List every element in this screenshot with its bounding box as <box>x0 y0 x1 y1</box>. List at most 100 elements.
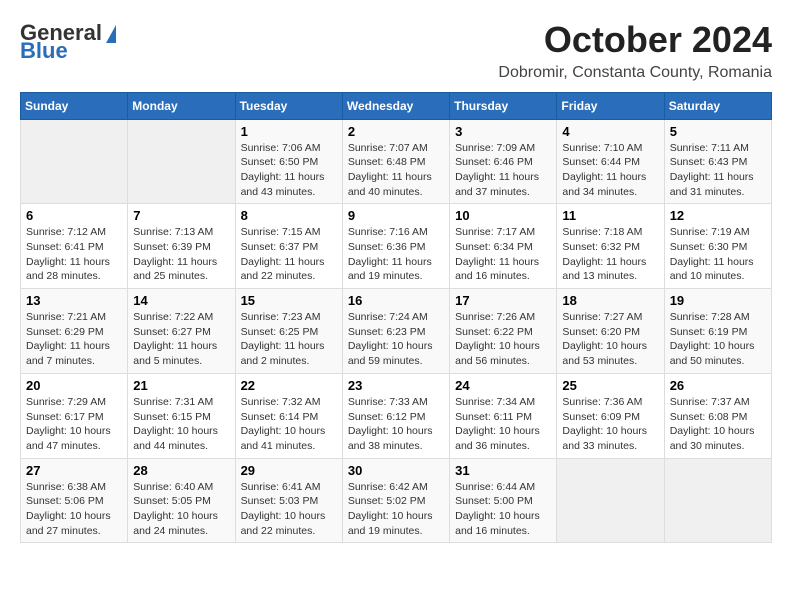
day-info: Sunrise: 7:34 AM Sunset: 6:11 PM Dayligh… <box>455 395 551 454</box>
sunrise-label: Sunrise: 6:42 AM <box>348 481 428 493</box>
daylight-label: Daylight: 11 hours and 22 minutes. <box>241 256 325 283</box>
day-info: Sunrise: 7:09 AM Sunset: 6:46 PM Dayligh… <box>455 141 551 200</box>
daylight-label: Daylight: 10 hours and 56 minutes. <box>455 340 540 367</box>
sunrise-label: Sunrise: 6:44 AM <box>455 481 535 493</box>
calendar-cell: 29 Sunrise: 6:41 AM Sunset: 5:03 PM Dayl… <box>235 458 342 543</box>
day-number: 11 <box>562 208 658 223</box>
sunrise-label: Sunrise: 7:12 AM <box>26 226 106 238</box>
day-number: 4 <box>562 124 658 139</box>
sunrise-label: Sunrise: 7:06 AM <box>241 142 321 154</box>
day-number: 29 <box>241 463 337 478</box>
column-header-friday: Friday <box>557 92 664 119</box>
day-number: 25 <box>562 378 658 393</box>
sunrise-label: Sunrise: 7:07 AM <box>348 142 428 154</box>
page-header: General Blue October 2024 Dobromir, Cons… <box>20 20 772 82</box>
day-number: 26 <box>670 378 766 393</box>
calendar-cell: 7 Sunrise: 7:13 AM Sunset: 6:39 PM Dayli… <box>128 204 235 289</box>
day-info: Sunrise: 7:07 AM Sunset: 6:48 PM Dayligh… <box>348 141 444 200</box>
daylight-label: Daylight: 11 hours and 7 minutes. <box>26 340 110 367</box>
sunset-label: Sunset: 6:41 PM <box>26 241 104 253</box>
sunrise-label: Sunrise: 7:11 AM <box>670 142 749 154</box>
day-info: Sunrise: 7:11 AM Sunset: 6:43 PM Dayligh… <box>670 141 766 200</box>
sunset-label: Sunset: 6:36 PM <box>348 241 426 253</box>
sunrise-label: Sunrise: 7:31 AM <box>133 396 213 408</box>
logo-blue-text: Blue <box>20 38 68 64</box>
sunrise-label: Sunrise: 7:33 AM <box>348 396 428 408</box>
column-header-sunday: Sunday <box>21 92 128 119</box>
sunset-label: Sunset: 6:44 PM <box>562 156 640 168</box>
sunset-label: Sunset: 6:09 PM <box>562 411 640 423</box>
day-info: Sunrise: 7:24 AM Sunset: 6:23 PM Dayligh… <box>348 310 444 369</box>
sunset-label: Sunset: 5:02 PM <box>348 495 426 507</box>
calendar-cell: 10 Sunrise: 7:17 AM Sunset: 6:34 PM Dayl… <box>450 204 557 289</box>
daylight-label: Daylight: 11 hours and 2 minutes. <box>241 340 325 367</box>
calendar-cell: 25 Sunrise: 7:36 AM Sunset: 6:09 PM Dayl… <box>557 373 664 458</box>
daylight-label: Daylight: 11 hours and 25 minutes. <box>133 256 217 283</box>
day-info: Sunrise: 6:42 AM Sunset: 5:02 PM Dayligh… <box>348 480 444 539</box>
logo: General Blue <box>20 20 116 64</box>
daylight-label: Daylight: 10 hours and 36 minutes. <box>455 425 540 452</box>
day-info: Sunrise: 6:38 AM Sunset: 5:06 PM Dayligh… <box>26 480 122 539</box>
day-number: 20 <box>26 378 122 393</box>
daylight-label: Daylight: 10 hours and 19 minutes. <box>348 510 433 537</box>
daylight-label: Daylight: 10 hours and 50 minutes. <box>670 340 755 367</box>
calendar-cell: 26 Sunrise: 7:37 AM Sunset: 6:08 PM Dayl… <box>664 373 771 458</box>
day-info: Sunrise: 7:18 AM Sunset: 6:32 PM Dayligh… <box>562 225 658 284</box>
day-info: Sunrise: 7:28 AM Sunset: 6:19 PM Dayligh… <box>670 310 766 369</box>
day-info: Sunrise: 7:37 AM Sunset: 6:08 PM Dayligh… <box>670 395 766 454</box>
sunrise-label: Sunrise: 6:40 AM <box>133 481 213 493</box>
daylight-label: Daylight: 10 hours and 24 minutes. <box>133 510 218 537</box>
sunset-label: Sunset: 6:22 PM <box>455 326 533 338</box>
day-number: 15 <box>241 293 337 308</box>
sunrise-label: Sunrise: 7:19 AM <box>670 226 750 238</box>
day-number: 21 <box>133 378 229 393</box>
column-header-wednesday: Wednesday <box>342 92 449 119</box>
day-info: Sunrise: 7:22 AM Sunset: 6:27 PM Dayligh… <box>133 310 229 369</box>
day-info: Sunrise: 6:41 AM Sunset: 5:03 PM Dayligh… <box>241 480 337 539</box>
sunset-label: Sunset: 5:06 PM <box>26 495 104 507</box>
sunset-label: Sunset: 6:23 PM <box>348 326 426 338</box>
sunset-label: Sunset: 6:43 PM <box>670 156 748 168</box>
title-block: October 2024 Dobromir, Constanta County,… <box>498 20 772 82</box>
calendar-cell: 18 Sunrise: 7:27 AM Sunset: 6:20 PM Dayl… <box>557 289 664 374</box>
calendar-cell: 17 Sunrise: 7:26 AM Sunset: 6:22 PM Dayl… <box>450 289 557 374</box>
column-header-saturday: Saturday <box>664 92 771 119</box>
daylight-label: Daylight: 11 hours and 5 minutes. <box>133 340 217 367</box>
column-header-monday: Monday <box>128 92 235 119</box>
sunrise-label: Sunrise: 7:18 AM <box>562 226 642 238</box>
day-info: Sunrise: 7:26 AM Sunset: 6:22 PM Dayligh… <box>455 310 551 369</box>
sunset-label: Sunset: 6:34 PM <box>455 241 533 253</box>
day-number: 28 <box>133 463 229 478</box>
sunset-label: Sunset: 6:25 PM <box>241 326 319 338</box>
calendar-cell <box>557 458 664 543</box>
sunset-label: Sunset: 6:19 PM <box>670 326 748 338</box>
calendar-cell: 30 Sunrise: 6:42 AM Sunset: 5:02 PM Dayl… <box>342 458 449 543</box>
day-number: 23 <box>348 378 444 393</box>
day-number: 7 <box>133 208 229 223</box>
calendar-cell: 27 Sunrise: 6:38 AM Sunset: 5:06 PM Dayl… <box>21 458 128 543</box>
day-number: 19 <box>670 293 766 308</box>
day-number: 9 <box>348 208 444 223</box>
daylight-label: Daylight: 11 hours and 43 minutes. <box>241 171 325 198</box>
daylight-label: Daylight: 11 hours and 16 minutes. <box>455 256 539 283</box>
week-row-1: 1 Sunrise: 7:06 AM Sunset: 6:50 PM Dayli… <box>21 119 772 204</box>
sunrise-label: Sunrise: 7:13 AM <box>133 226 213 238</box>
sunrise-label: Sunrise: 6:41 AM <box>241 481 321 493</box>
calendar-table: SundayMondayTuesdayWednesdayThursdayFrid… <box>20 92 772 544</box>
calendar-cell: 2 Sunrise: 7:07 AM Sunset: 6:48 PM Dayli… <box>342 119 449 204</box>
day-number: 6 <box>26 208 122 223</box>
sunrise-label: Sunrise: 7:22 AM <box>133 311 213 323</box>
sunset-label: Sunset: 6:15 PM <box>133 411 211 423</box>
day-number: 5 <box>670 124 766 139</box>
calendar-cell: 14 Sunrise: 7:22 AM Sunset: 6:27 PM Dayl… <box>128 289 235 374</box>
calendar-cell: 8 Sunrise: 7:15 AM Sunset: 6:37 PM Dayli… <box>235 204 342 289</box>
sunset-label: Sunset: 6:39 PM <box>133 241 211 253</box>
day-number: 22 <box>241 378 337 393</box>
calendar-cell: 23 Sunrise: 7:33 AM Sunset: 6:12 PM Dayl… <box>342 373 449 458</box>
week-row-4: 20 Sunrise: 7:29 AM Sunset: 6:17 PM Dayl… <box>21 373 772 458</box>
daylight-label: Daylight: 11 hours and 34 minutes. <box>562 171 646 198</box>
sunrise-label: Sunrise: 7:29 AM <box>26 396 106 408</box>
day-number: 27 <box>26 463 122 478</box>
sunset-label: Sunset: 6:50 PM <box>241 156 319 168</box>
calendar-cell: 22 Sunrise: 7:32 AM Sunset: 6:14 PM Dayl… <box>235 373 342 458</box>
